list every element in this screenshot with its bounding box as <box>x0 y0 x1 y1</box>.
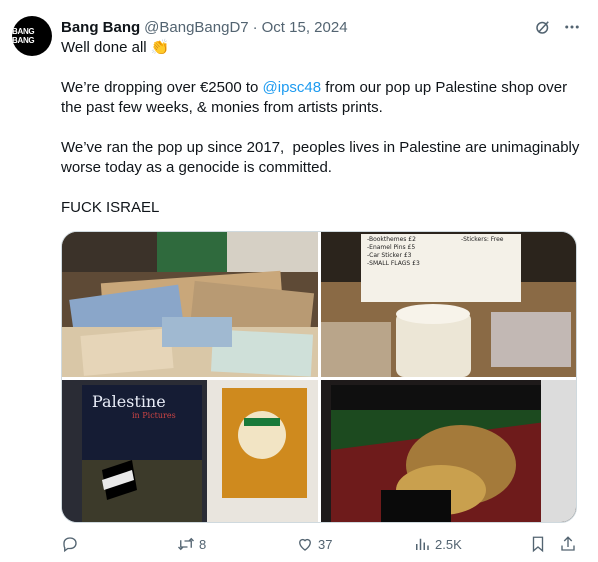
more-icon[interactable] <box>562 18 582 36</box>
bookmark-button[interactable] <box>529 535 547 553</box>
tweet-line-3: We’ve ran the pop up since 2017, peoples… <box>61 139 584 176</box>
book-subtitle: in Pictures <box>132 411 176 420</box>
sign-line-3: -Car Sticker £3 <box>367 252 412 259</box>
timestamp[interactable]: Oct 15, 2024 <box>262 19 348 36</box>
photo-money[interactable] <box>62 232 318 377</box>
sign-line-2: -Enamel Pins £5 <box>367 244 416 251</box>
reply-button[interactable] <box>61 535 83 553</box>
avatar[interactable]: BANG BANG <box>12 16 52 56</box>
tweet-line-2: We’re dropping over €2500 to @ipsc48 fro… <box>61 78 581 118</box>
retweet-button[interactable]: 8 <box>177 535 206 553</box>
tweet-text: Well done all 👏 We’re dropping over €250… <box>61 38 581 218</box>
tweet-line-1: Well done all 👏 <box>61 39 170 56</box>
mention-link[interactable]: @ipsc48 <box>263 79 322 96</box>
handle[interactable]: @BangBangD7 <box>144 19 248 36</box>
like-count: 37 <box>318 536 333 552</box>
money-illustration <box>62 232 318 377</box>
views-icon <box>416 538 429 550</box>
artwork-illustration <box>321 380 576 522</box>
views-button[interactable]: 2.5K <box>413 535 462 553</box>
share-button[interactable] <box>559 535 577 553</box>
like-button[interactable]: 37 <box>296 535 332 553</box>
action-bar: 8 37 2.5K <box>61 535 582 555</box>
retweet-count: 8 <box>199 536 207 552</box>
tweet-header: Bang Bang @BangBangD7 · Oct 15, 2024 <box>61 16 348 38</box>
tweet-line-4: FUCK ISRAEL <box>61 199 160 216</box>
book-title: Palestine <box>92 392 166 411</box>
avatar-text: BANG BANG <box>12 27 35 45</box>
share-icon <box>561 536 575 551</box>
bookmark-icon <box>532 536 544 553</box>
retweet-icon <box>178 537 194 551</box>
display-name[interactable]: Bang Bang <box>61 19 140 36</box>
sign-line-4: -SMALL FLAGS £3 <box>367 260 420 267</box>
grok-icon[interactable] <box>534 18 552 36</box>
photo-merch-table[interactable]: -Bookthemes £2 -Enamel Pins £5 -Car Stic… <box>321 232 576 377</box>
media-grid: -Bookthemes £2 -Enamel Pins £5 -Car Stic… <box>61 231 577 523</box>
photo-palestine-book[interactable]: Palestine in Pictures <box>62 380 318 522</box>
reply-icon <box>63 537 77 553</box>
views-count: 2.5K <box>435 536 462 552</box>
separator-dot: · <box>252 18 258 36</box>
tweet: BANG BANG Bang Bang @BangBangD7 · Oct 15… <box>0 0 598 562</box>
photo-artwork-print[interactable] <box>321 380 576 522</box>
tweet-line-2a: We’re dropping over €2500 to <box>61 79 263 96</box>
like-icon <box>299 538 311 551</box>
sign-free: -Stickers: Free <box>461 236 504 243</box>
